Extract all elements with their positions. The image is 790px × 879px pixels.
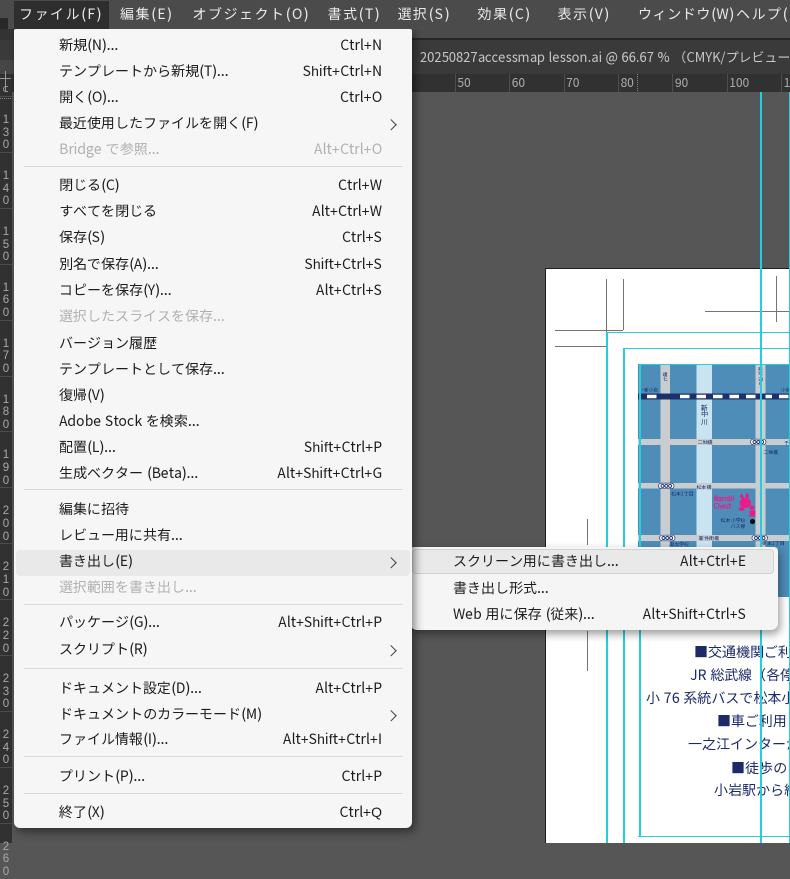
svg-text:新件街橋: 新件街橋 xyxy=(699,535,719,542)
svg-text:Chest: Chest xyxy=(713,502,733,512)
svg-text:バス停: バス停 xyxy=(731,523,746,530)
svg-text:二地橋: 二地橋 xyxy=(763,449,778,456)
svg-text:新中川: 新中川 xyxy=(700,403,710,427)
svg-text:二地橋: 二地橋 xyxy=(698,439,713,446)
svg-text:松本1丁目: 松本1丁目 xyxy=(671,491,694,498)
svg-text:←新小岩: ←新小岩 xyxy=(640,387,659,393)
svg-text:奥本1丁目: 奥本1丁目 xyxy=(761,540,785,547)
svg-text:環七: 環七 xyxy=(662,372,669,382)
svg-text:松本橋: 松本橋 xyxy=(697,484,712,491)
